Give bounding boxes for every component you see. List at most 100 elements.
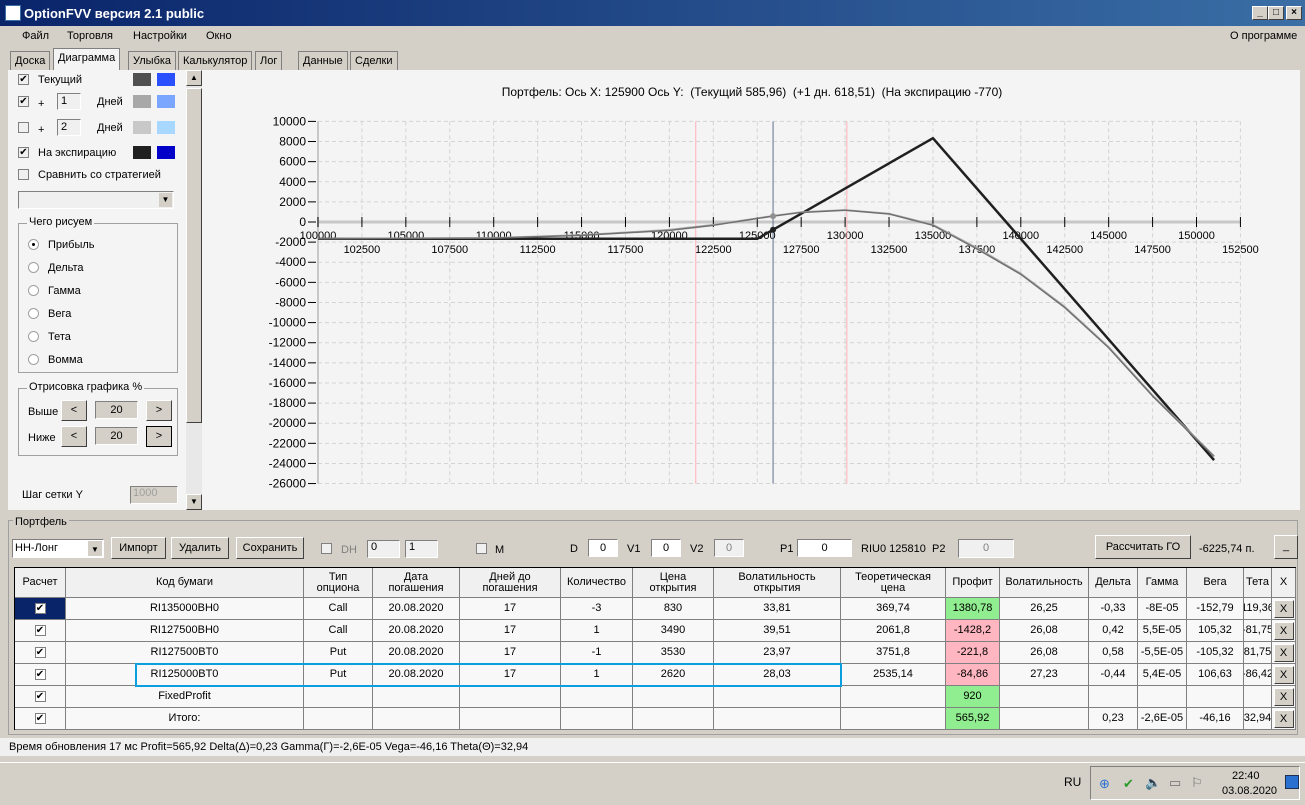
row-calc-cell[interactable]: ✔ — [15, 686, 66, 708]
left-panel-scrollbar[interactable]: ▲ ▼ — [186, 70, 202, 510]
collapse-button[interactable]: _ — [1274, 535, 1298, 559]
close-button[interactable]: × — [1286, 6, 1302, 20]
chart-area[interactable]: 10000 8000 6000 4000 2000 0 -2000 -4000 -6000 -80… — [203, 70, 1300, 510]
import-button[interactable]: Импорт — [111, 537, 166, 559]
column-header-quantity[interactable]: Количество — [561, 568, 633, 598]
row-calc-checkbox[interactable]: ✔ — [34, 713, 46, 724]
tab-smile[interactable]: Улыбка — [128, 51, 177, 70]
column-header-profit[interactable]: Профит — [946, 568, 1000, 598]
plus2-days-input[interactable]: 2 — [57, 119, 81, 136]
cell-open-price[interactable] — [633, 708, 714, 730]
plus1-checkbox[interactable]: ✔ — [18, 96, 29, 107]
volume-icon[interactable]: 🔈 — [1145, 775, 1161, 791]
column-header-days[interactable]: Дней до погашения — [460, 568, 561, 598]
column-header-theta[interactable]: Тета — [1244, 568, 1272, 598]
dh-checkbox[interactable] — [321, 543, 332, 554]
menu-file[interactable]: Файл — [22, 30, 49, 42]
show-desktop-icon[interactable] — [1285, 775, 1299, 789]
language-indicator[interactable]: RU — [1064, 775, 1081, 789]
row-calc-checkbox[interactable]: ✔ — [34, 691, 46, 702]
radio-vomma[interactable] — [28, 354, 39, 365]
column-header-gamma[interactable]: Гамма — [1138, 568, 1187, 598]
row-calc-cell[interactable]: ✔ — [15, 598, 66, 620]
column-header-calc[interactable]: Расчет — [15, 568, 66, 598]
tab-board[interactable]: Доска — [10, 51, 51, 70]
column-header-expiry-date[interactable]: Дата погашения — [373, 568, 460, 598]
v1-input[interactable]: 0 — [651, 539, 681, 557]
column-header-delete[interactable]: X — [1272, 568, 1296, 598]
tab-calculator[interactable]: Калькулятор — [178, 51, 253, 70]
tab-deals[interactable]: Сделки — [350, 51, 398, 70]
cell-quantity[interactable] — [561, 686, 633, 708]
current-checkbox[interactable]: ✔ — [18, 74, 29, 85]
radio-profit[interactable] — [28, 239, 39, 250]
cell-quantity[interactable] — [561, 708, 633, 730]
connection-icon[interactable]: ▭ — [1169, 775, 1181, 791]
column-header-theor-price[interactable]: Теоретическая цена — [841, 568, 946, 598]
scroll-down-button[interactable]: ▼ — [186, 494, 202, 510]
menu-trade[interactable]: Торговля — [67, 30, 113, 42]
current-alt-color-swatch[interactable] — [157, 73, 175, 86]
below-increase-button[interactable]: > — [146, 426, 172, 447]
strategy-compare-select[interactable]: ▼ — [18, 191, 174, 209]
usb-safe-remove-icon[interactable]: ✔ — [1123, 776, 1134, 792]
radio-theta[interactable] — [28, 331, 39, 342]
cell-open-price[interactable] — [633, 686, 714, 708]
plus2-checkbox[interactable] — [18, 122, 29, 133]
below-decrease-button[interactable]: < — [61, 426, 87, 447]
compare-checkbox[interactable] — [18, 169, 29, 180]
row-calc-checkbox[interactable]: ✔ — [34, 625, 46, 636]
clock-date[interactable]: 03.08.2020 — [1222, 785, 1277, 797]
row-calc-cell[interactable]: ✔ — [15, 620, 66, 642]
grid-step-input[interactable]: 1000 — [130, 486, 178, 504]
cell-quantity[interactable]: -1 — [561, 642, 633, 664]
row-calc-cell[interactable]: ✔ — [15, 642, 66, 664]
minimize-button[interactable]: _ — [1252, 6, 1268, 20]
p1-input[interactable]: 0 — [797, 539, 852, 557]
v2-input[interactable]: 0 — [714, 539, 744, 557]
row-delete-button[interactable]: X — [1273, 643, 1294, 662]
plus2-alt-color-swatch[interactable] — [157, 121, 175, 134]
row-delete-button[interactable]: X — [1273, 687, 1294, 706]
plus1-alt-color-swatch[interactable] — [157, 95, 175, 108]
above-increase-button[interactable]: > — [146, 400, 172, 421]
menu-window[interactable]: Окно — [206, 30, 232, 42]
column-header-open-price[interactable]: Цена открытия — [633, 568, 714, 598]
dh-spinner-1[interactable]: 0 — [367, 540, 400, 558]
delete-button[interactable]: Удалить — [171, 537, 229, 559]
row-calc-checkbox[interactable]: ✔ — [34, 647, 46, 658]
column-header-vega[interactable]: Вега — [1187, 568, 1244, 598]
radio-delta[interactable] — [28, 262, 39, 273]
row-calc-cell[interactable]: ✔ — [15, 708, 66, 730]
column-header-type[interactable]: Тип опциона — [304, 568, 373, 598]
m-checkbox[interactable] — [476, 543, 487, 554]
tab-data[interactable]: Данные — [298, 51, 348, 70]
menu-settings[interactable]: Настройки — [133, 30, 187, 42]
column-header-delta[interactable]: Дельта — [1089, 568, 1138, 598]
cell-open-price[interactable]: 3530 — [633, 642, 714, 664]
row-delete-button[interactable]: X — [1273, 621, 1294, 640]
tab-log[interactable]: Лог — [255, 51, 283, 70]
cell-open-price[interactable]: 3490 — [633, 620, 714, 642]
menu-about[interactable]: О программе — [1230, 30, 1297, 42]
expiry-alt-color-swatch[interactable] — [157, 146, 175, 159]
row-calc-checkbox[interactable]: ✔ — [34, 669, 46, 680]
radio-vega[interactable] — [28, 308, 39, 319]
d-input[interactable]: 0 — [588, 539, 618, 557]
radio-gamma[interactable] — [28, 285, 39, 296]
current-color-swatch[interactable] — [133, 73, 151, 86]
plus1-days-input[interactable]: 1 — [57, 93, 81, 110]
plus2-color-swatch[interactable] — [133, 121, 151, 134]
cell-open-price[interactable]: 830 — [633, 598, 714, 620]
cell-quantity[interactable]: -3 — [561, 598, 633, 620]
scroll-thumb[interactable] — [186, 88, 202, 423]
above-decrease-button[interactable]: < — [61, 400, 87, 421]
plus1-color-swatch[interactable] — [133, 95, 151, 108]
row-delete-button[interactable]: X — [1273, 665, 1294, 684]
row-delete-button[interactable]: X — [1273, 599, 1294, 618]
cell-quantity[interactable]: 1 — [561, 620, 633, 642]
expiry-color-swatch[interactable] — [133, 146, 151, 159]
calculate-go-button[interactable]: Рассчитать ГО — [1095, 535, 1191, 559]
save-button[interactable]: Сохранить — [236, 537, 304, 559]
column-header-code[interactable]: Код бумаги — [66, 568, 304, 598]
